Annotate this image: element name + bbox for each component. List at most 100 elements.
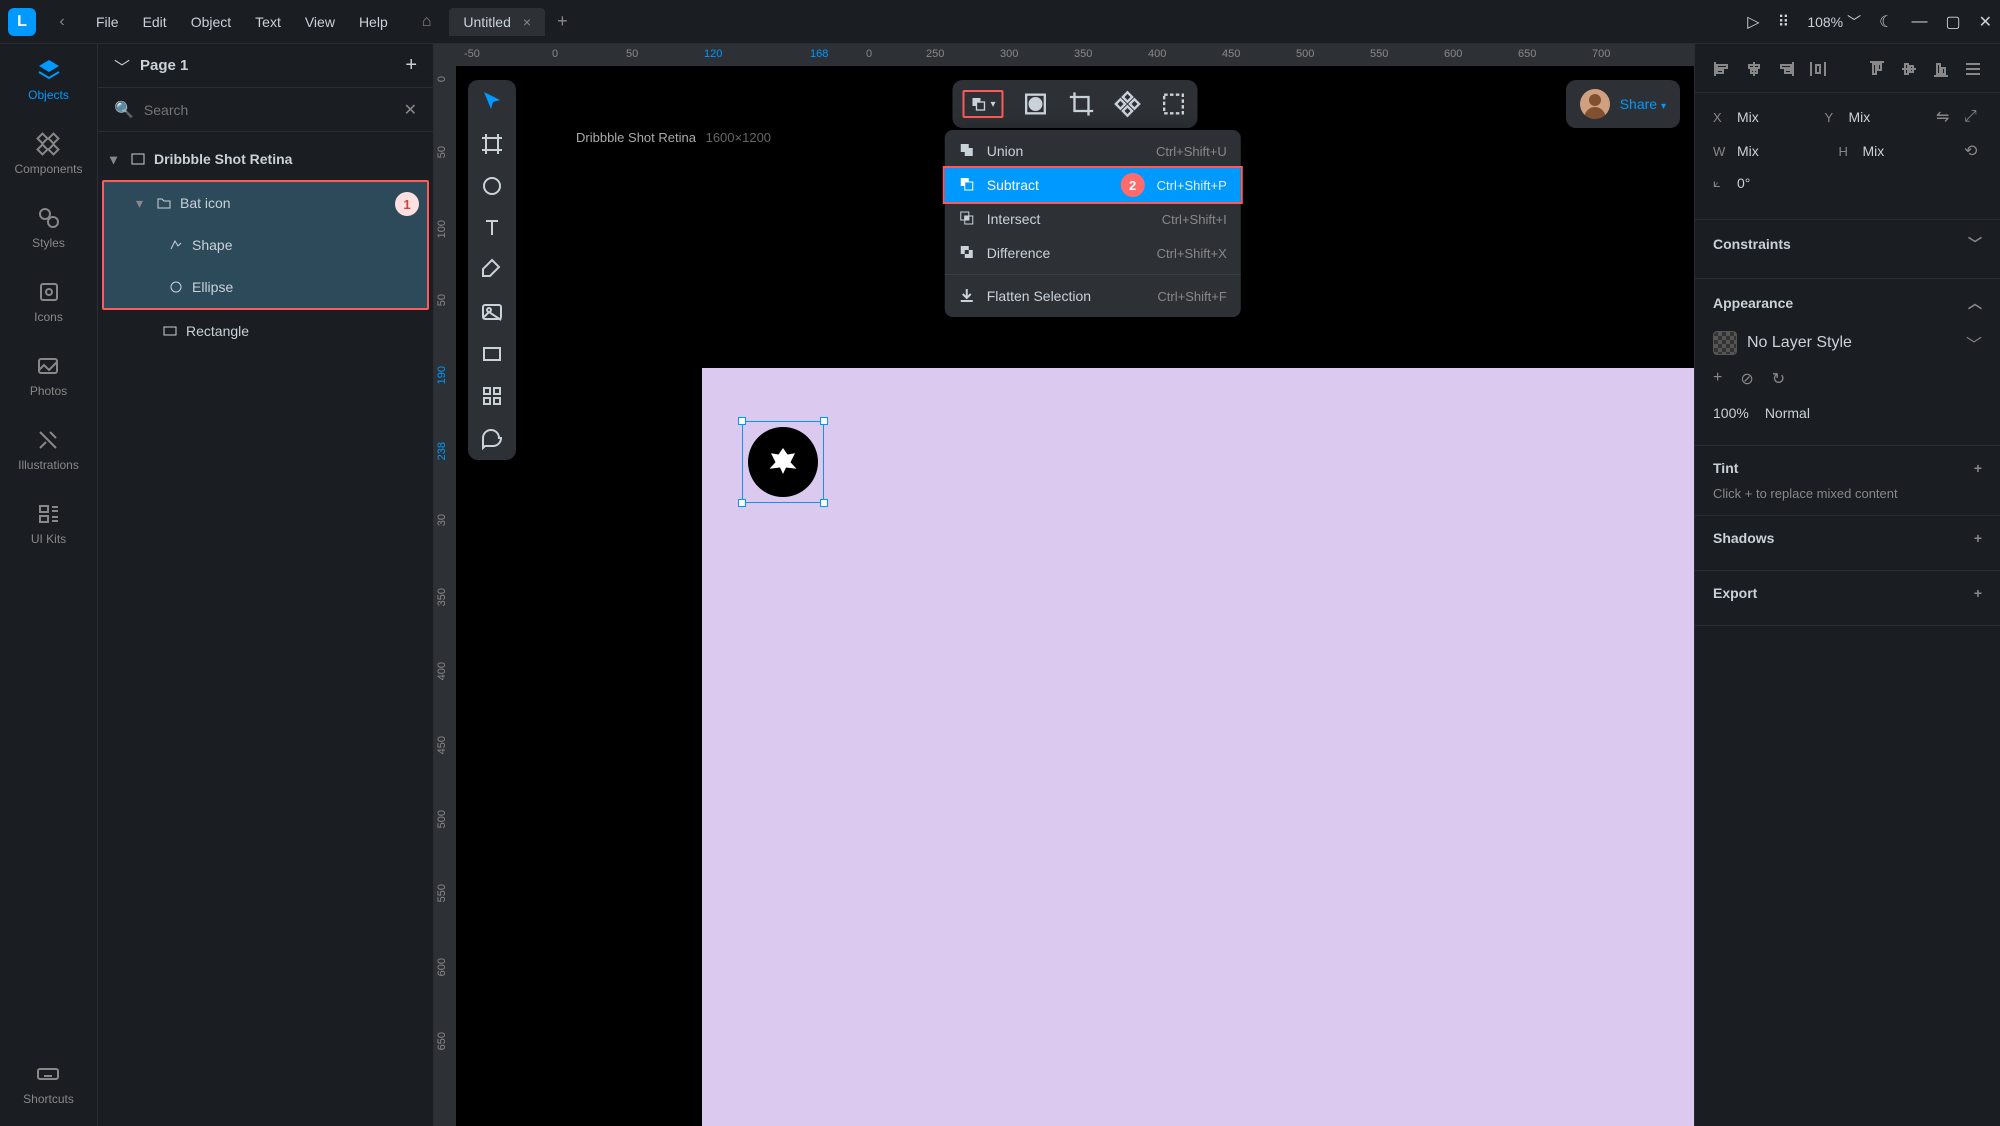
align-left-icon[interactable] <box>1713 60 1731 78</box>
appearance-section-header[interactable]: Appearance ︿ <box>1713 293 1982 313</box>
chevron-down-icon: ﹀ <box>1847 12 1861 32</box>
artboard-label[interactable]: Dribbble Shot Retina 1600×1200 <box>576 130 771 145</box>
resize-handle-tl[interactable] <box>738 417 746 425</box>
prop-rotation-value[interactable]: 0° <box>1737 175 1797 191</box>
close-window-icon[interactable]: ✕ <box>1979 12 1992 32</box>
comment-tool[interactable] <box>480 426 504 450</box>
component-tool[interactable] <box>480 384 504 408</box>
export-section-header[interactable]: Export + <box>1713 585 1982 601</box>
layer-style-swatch <box>1713 331 1737 355</box>
shadows-section-header[interactable]: Shadows + <box>1713 530 1982 546</box>
maximize-icon[interactable]: ▢ <box>1945 12 1960 32</box>
align-hcenter-icon[interactable] <box>1745 60 1763 78</box>
dropdown-flatten[interactable]: Flatten Selection Ctrl+Shift+F <box>945 279 1241 313</box>
distribute-v-icon[interactable] <box>1964 60 1982 78</box>
resize-handle-tr[interactable] <box>820 417 828 425</box>
menu-view[interactable]: View <box>293 8 347 36</box>
layer-search-input[interactable] <box>144 102 394 118</box>
distribute-h-icon[interactable] <box>1809 60 1827 78</box>
nav-components[interactable]: Components <box>14 132 82 176</box>
layer-frame[interactable]: ▾ Dribbble Shot Retina <box>98 138 433 180</box>
pen-tool[interactable] <box>480 258 504 282</box>
theme-toggle-icon[interactable]: ☾ <box>1879 12 1893 32</box>
crop-icon[interactable] <box>1068 90 1096 118</box>
menu-file[interactable]: File <box>84 8 131 36</box>
layer-group-bat[interactable]: ▾ Bat icon 1 <box>104 182 427 224</box>
prop-w-value[interactable]: Mix <box>1737 143 1797 159</box>
tint-section-header[interactable]: Tint + <box>1713 460 1982 476</box>
nav-uikits[interactable]: UI Kits <box>31 502 66 546</box>
lock-aspect-icon[interactable]: ⟲ <box>1964 141 1982 161</box>
menu-text[interactable]: Text <box>243 8 293 36</box>
add-style-icon[interactable]: + <box>1713 369 1722 389</box>
minimize-icon[interactable]: — <box>1911 13 1927 31</box>
align-vcenter-icon[interactable] <box>1900 60 1918 78</box>
resize-handle-bl[interactable] <box>738 499 746 507</box>
zoom-dropdown[interactable]: 108%﹀ <box>1807 12 1861 32</box>
union-icon <box>959 142 975 161</box>
nav-photos[interactable]: Photos <box>30 354 67 398</box>
add-page-button[interactable]: + <box>405 54 417 77</box>
app-logo[interactable]: L <box>8 8 36 36</box>
boolean-dropdown-button[interactable]: ▾ <box>962 90 1003 118</box>
document-tab[interactable]: Untitled × <box>449 8 545 36</box>
add-icon[interactable]: + <box>1974 530 1982 546</box>
shape-tool[interactable] <box>480 174 504 198</box>
dropdown-difference[interactable]: Difference Ctrl+Shift+X <box>945 236 1241 270</box>
menu-object[interactable]: Object <box>179 8 243 36</box>
layer-rectangle[interactable]: Rectangle <box>98 310 433 352</box>
frame-tool[interactable] <box>480 132 504 156</box>
selection-bounds[interactable] <box>742 421 824 503</box>
image-tool[interactable] <box>480 300 504 324</box>
layer-ellipse[interactable]: Ellipse <box>104 266 427 308</box>
blend-mode[interactable]: Normal <box>1765 405 1810 421</box>
prop-y-value[interactable]: Mix <box>1849 109 1909 125</box>
play-icon[interactable]: ▷ <box>1747 12 1759 32</box>
create-component-icon[interactable] <box>1114 90 1142 118</box>
align-top-icon[interactable] <box>1868 60 1886 78</box>
page-chevron-icon[interactable]: ﹀ <box>114 54 130 78</box>
home-icon[interactable]: ⌂ <box>412 7 442 37</box>
artboard-surface[interactable] <box>702 368 1694 1126</box>
nav-icons[interactable]: Icons <box>34 280 63 324</box>
nav-objects[interactable]: Objects <box>28 58 69 102</box>
user-avatar[interactable] <box>1580 89 1610 119</box>
mask-icon[interactable] <box>1022 90 1050 118</box>
uikits-icon <box>37 502 61 526</box>
menu-edit[interactable]: Edit <box>131 8 179 36</box>
layer-shape[interactable]: Shape <box>104 224 427 266</box>
align-bottom-icon[interactable] <box>1932 60 1950 78</box>
artboard-tool[interactable] <box>480 342 504 366</box>
auto-layout-icon[interactable] <box>1160 90 1188 118</box>
grid-icon[interactable]: ⠿ <box>1778 12 1790 32</box>
clear-search-icon[interactable]: ✕ <box>404 100 417 120</box>
flip-v-icon[interactable]: ⤢ <box>1964 108 1982 126</box>
resize-handle-br[interactable] <box>820 499 828 507</box>
prop-x-value[interactable]: Mix <box>1737 109 1797 125</box>
share-button[interactable]: Share ▾ <box>1620 96 1666 112</box>
move-tool[interactable] <box>480 90 504 114</box>
dropdown-union[interactable]: Union Ctrl+Shift+U <box>945 134 1241 168</box>
opacity-value[interactable]: 100% <box>1713 405 1749 421</box>
refresh-icon[interactable]: ↻ <box>1772 369 1785 389</box>
nav-illustrations[interactable]: Illustrations <box>18 428 79 472</box>
nav-shortcuts[interactable]: Shortcuts <box>23 1062 74 1106</box>
text-tool[interactable] <box>480 216 504 240</box>
check-icon[interactable]: ⊘ <box>1740 369 1753 389</box>
add-icon[interactable]: + <box>1974 460 1982 476</box>
dropdown-subtract[interactable]: Subtract 2 Ctrl+Shift+P <box>945 168 1241 202</box>
canvas[interactable]: ▾ Union Ctrl+Shift+U Subtract <box>456 66 1694 1126</box>
layer-style-row[interactable]: No Layer Style ﹀ <box>1713 323 1982 363</box>
dropdown-intersect[interactable]: Intersect Ctrl+Shift+I <box>945 202 1241 236</box>
annotation-badge-2: 2 <box>1121 173 1145 197</box>
nav-styles[interactable]: Styles <box>32 206 65 250</box>
back-button[interactable]: ‹ <box>48 8 76 36</box>
flip-h-icon[interactable]: ⇋ <box>1936 107 1954 127</box>
add-icon[interactable]: + <box>1974 585 1982 601</box>
constraints-section-header[interactable]: Constraints ﹀ <box>1713 234 1982 254</box>
tab-close-icon[interactable]: × <box>523 14 531 30</box>
add-tab-button[interactable]: + <box>557 11 568 32</box>
menu-help[interactable]: Help <box>347 8 400 36</box>
prop-h-value[interactable]: Mix <box>1863 143 1923 159</box>
align-right-icon[interactable] <box>1777 60 1795 78</box>
